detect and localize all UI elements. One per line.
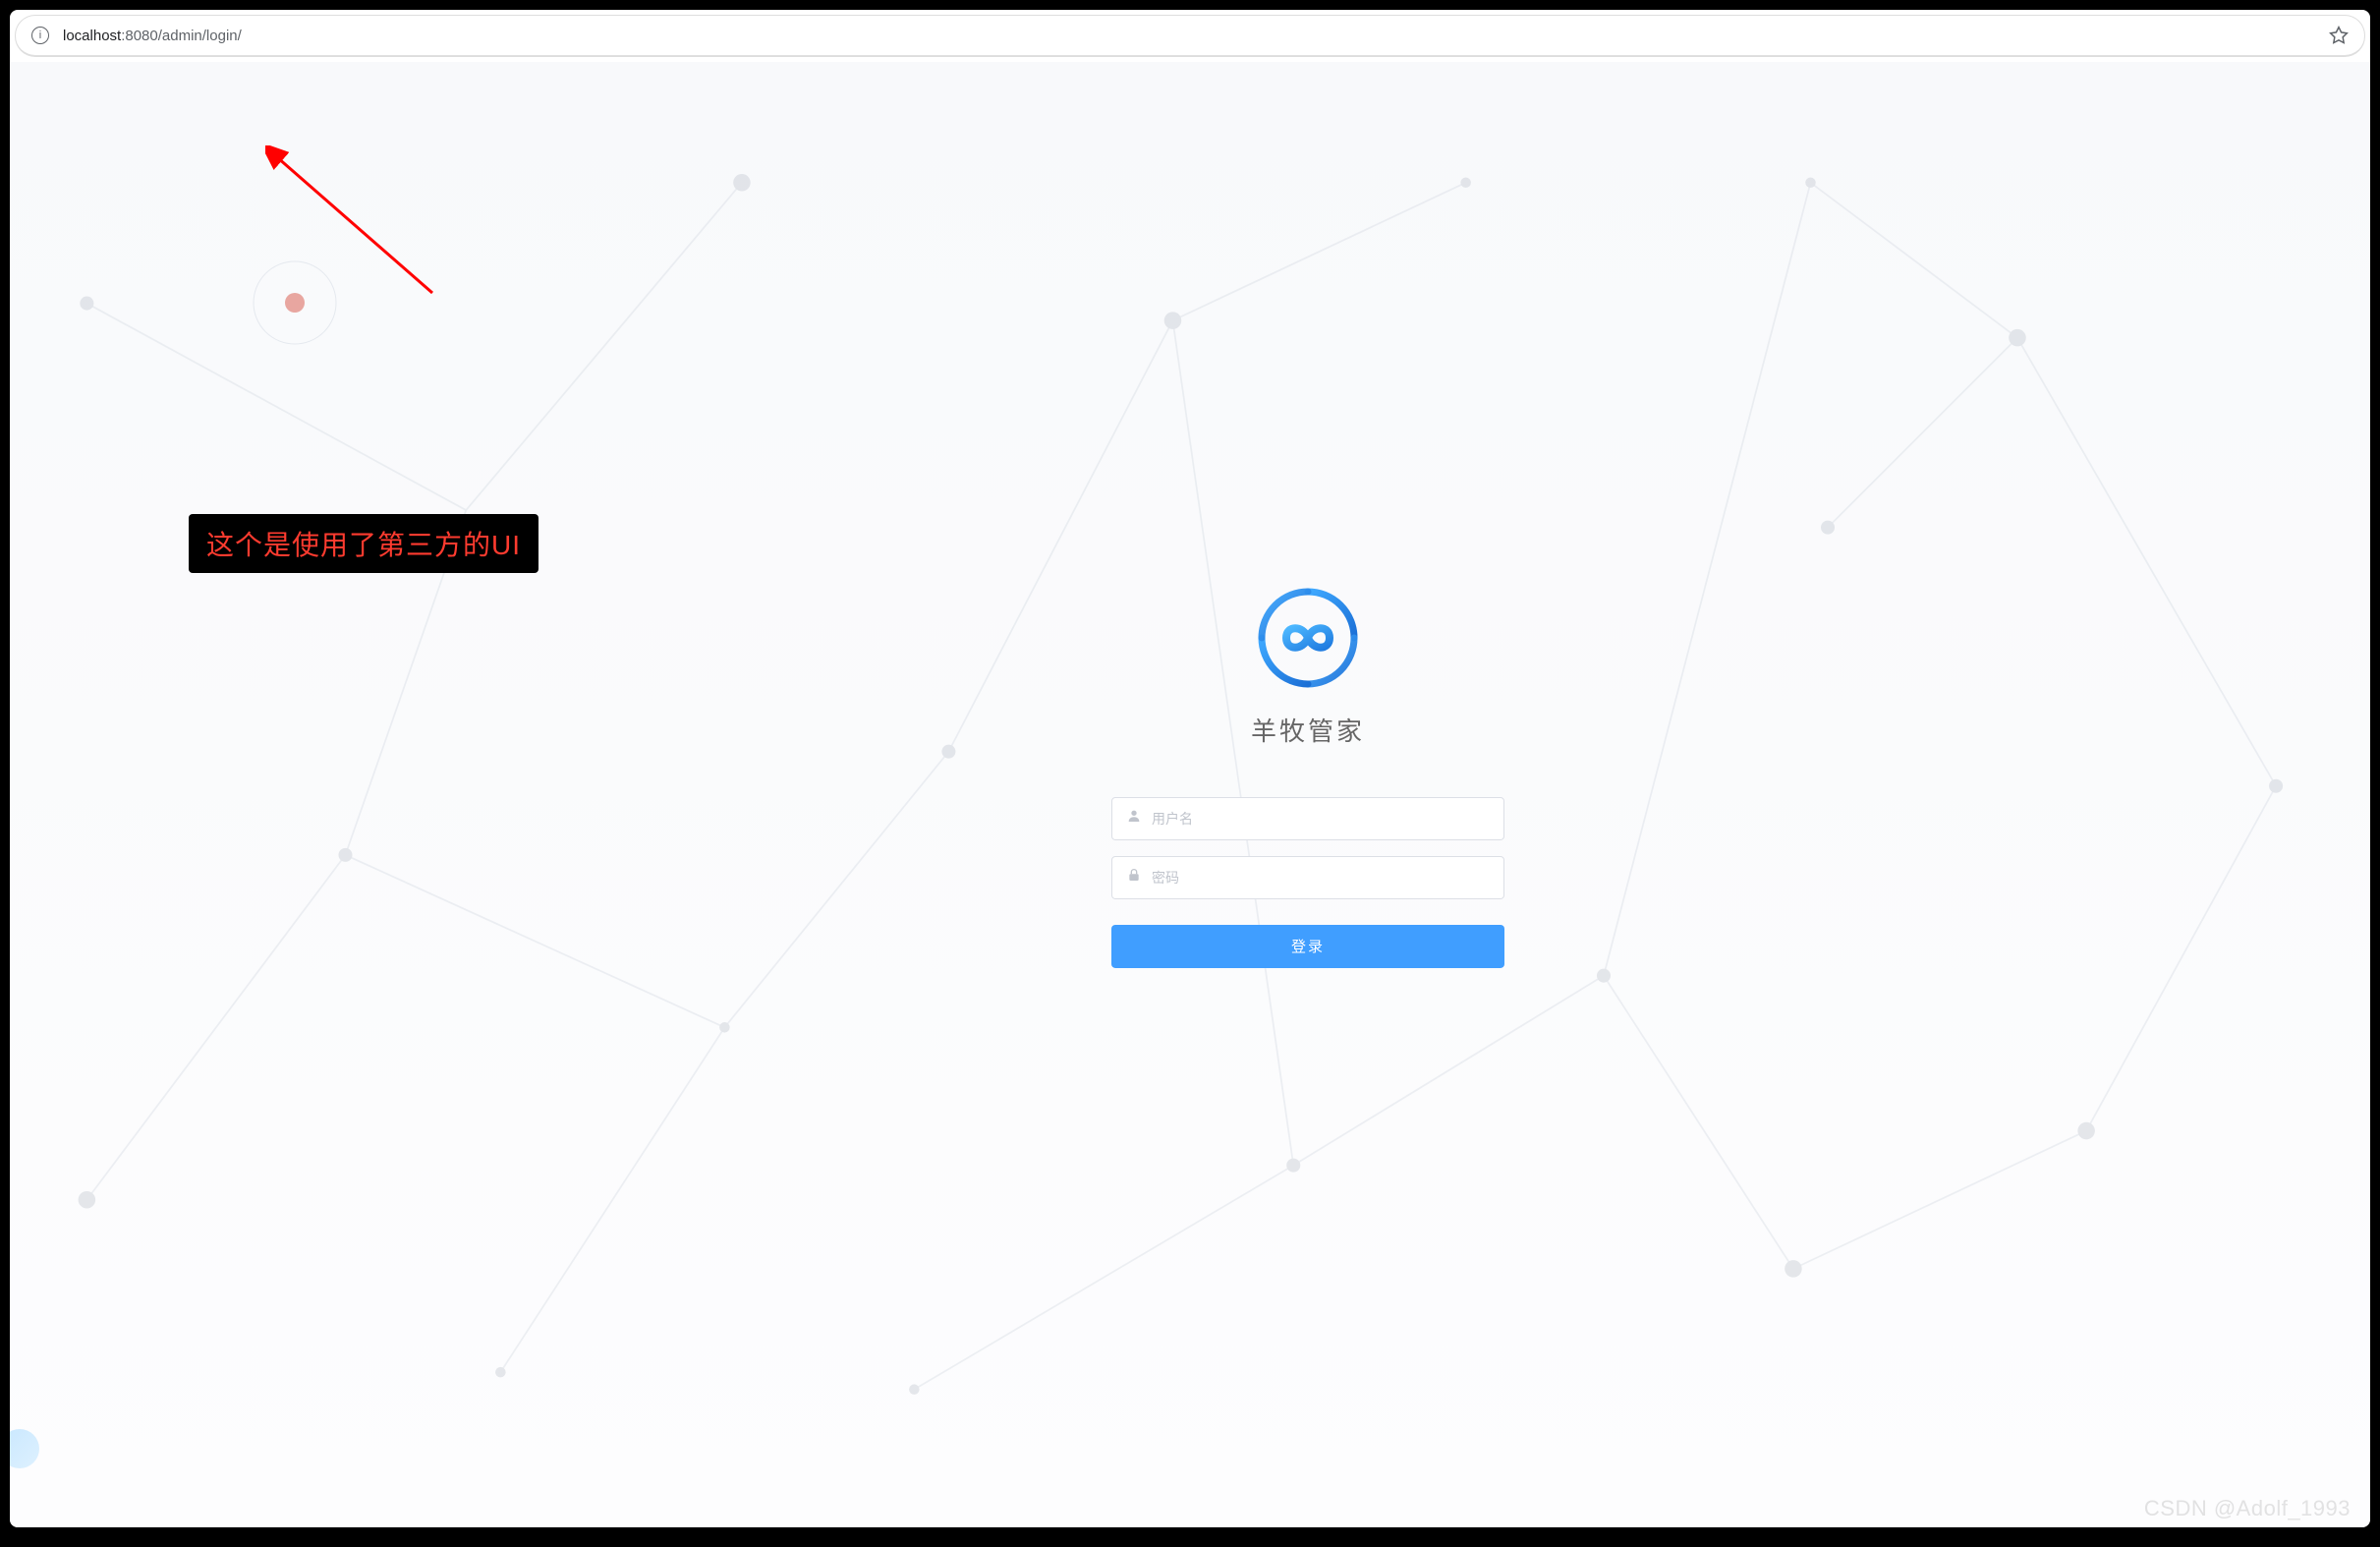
username-input-wrapper[interactable] <box>1111 796 1504 839</box>
orbit-decoration <box>251 258 339 352</box>
address-bar[interactable]: i localhost:8080/admin/login/ <box>16 16 2364 56</box>
user-icon <box>1126 808 1142 829</box>
username-group <box>1111 796 1504 839</box>
password-input[interactable] <box>1152 856 1490 897</box>
url-text[interactable]: localhost:8080/admin/login/ <box>63 28 2329 44</box>
username-input[interactable] <box>1152 797 1490 838</box>
login-card: 羊牧管家 <box>1111 583 1504 967</box>
lock-icon <box>1126 867 1142 888</box>
annotation-arrow <box>265 145 462 308</box>
info-icon[interactable]: i <box>31 27 49 44</box>
password-group <box>1111 855 1504 898</box>
url-host: localhost <box>63 28 121 44</box>
page-content: 这个是使用了第三方的UI <box>10 62 2370 1527</box>
login-button[interactable]: 登录 <box>1111 924 1504 967</box>
password-input-wrapper[interactable] <box>1111 855 1504 898</box>
watermark: CSDN @Adolf_1993 <box>2144 1496 2351 1521</box>
bookmark-star-icon[interactable] <box>2329 26 2349 45</box>
blob-decoration <box>10 1429 39 1468</box>
annotation-label: 这个是使用了第三方的UI <box>189 514 538 573</box>
brand-logo <box>1254 583 1362 691</box>
url-port-path: :8080/admin/login/ <box>121 28 242 44</box>
browser-window: i localhost:8080/admin/login/ <box>10 10 2370 1527</box>
brand-title: 羊牧管家 <box>1251 711 1365 747</box>
